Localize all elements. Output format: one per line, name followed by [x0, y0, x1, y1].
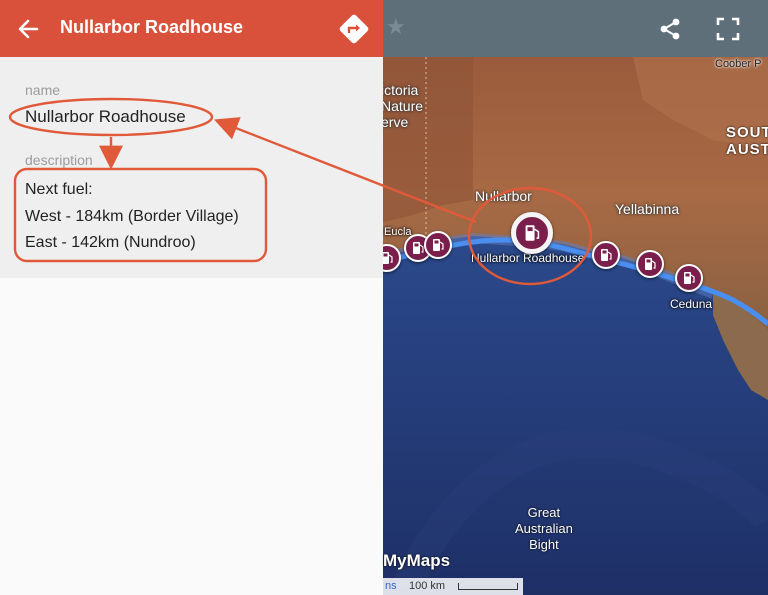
- star-icon[interactable]: ★: [386, 14, 406, 40]
- fuel-pump-icon: [601, 249, 612, 261]
- fuel-pump-icon: [645, 258, 656, 270]
- directions-button[interactable]: [336, 11, 372, 47]
- scale-label: 100 km: [409, 580, 446, 592]
- fuel-pin[interactable]: [675, 264, 703, 292]
- panel-title: Nullarbor Roadhouse: [60, 17, 244, 37]
- fuel-pump-icon: [684, 272, 695, 284]
- details-section: name Nullarbor Roadhouse description Nex…: [0, 57, 383, 278]
- map-label-south-australia: SOUT AUSTR: [726, 124, 768, 158]
- description-field-label: description: [25, 152, 93, 168]
- description-line: West - 184km (Border Village): [25, 207, 239, 225]
- map-label-great-australian-bight: Great Australian Bight: [515, 505, 573, 552]
- fuel-pin[interactable]: [592, 241, 620, 269]
- fuel-pump-icon: [413, 242, 424, 254]
- place-details-panel: Nullarbor Roadhouse name Nullarbor Roadh…: [0, 0, 383, 595]
- panel-header: Nullarbor Roadhouse: [0, 0, 383, 57]
- fuel-pin[interactable]: [424, 231, 452, 259]
- scale-line: [458, 583, 518, 590]
- description-line: Next fuel:: [25, 181, 93, 198]
- fuel-pin-selected[interactable]: [511, 212, 553, 254]
- back-button[interactable]: [10, 10, 48, 48]
- fullscreen-button[interactable]: [714, 15, 742, 43]
- map-toolbar: ★: [383, 0, 768, 57]
- fuel-pump-icon: [433, 239, 444, 251]
- mymaps-logo: MyMaps: [383, 551, 451, 570]
- map-label-yellabinna: Yellabinna: [615, 201, 680, 217]
- fuel-pump-icon: [525, 225, 540, 241]
- description-field-value[interactable]: Next fuel: West - 184km (Border Village)…: [25, 177, 239, 257]
- fuel-pin[interactable]: [636, 250, 664, 278]
- map-label-coober-pedy: Coober P: [715, 58, 762, 70]
- map-label-victoria-nature-reserve: ictoria Nature erve: [383, 82, 424, 130]
- share-icon: [660, 18, 680, 40]
- terms-link[interactable]: ns: [385, 580, 397, 592]
- map-label-nullarbor: Nullarbor: [475, 188, 532, 204]
- share-button[interactable]: [656, 15, 684, 43]
- fuel-pump-icon: [383, 252, 393, 264]
- map-label-eucla: Eucla: [384, 226, 412, 238]
- name-field-label: name: [25, 82, 61, 98]
- fullscreen-icon: [716, 17, 740, 41]
- map-label-ceduna: Ceduna: [670, 297, 713, 311]
- map-scale-bar: ns 100 km: [383, 578, 523, 595]
- description-line: East - 142km (Nundroo): [25, 234, 196, 251]
- name-field-value[interactable]: Nullarbor Roadhouse: [25, 107, 186, 127]
- satellite-map[interactable]: ictoria Nature erve Coober P SOUT AUSTR …: [383, 0, 768, 595]
- arrow-left-icon: [18, 19, 39, 39]
- directions-icon: [339, 14, 369, 44]
